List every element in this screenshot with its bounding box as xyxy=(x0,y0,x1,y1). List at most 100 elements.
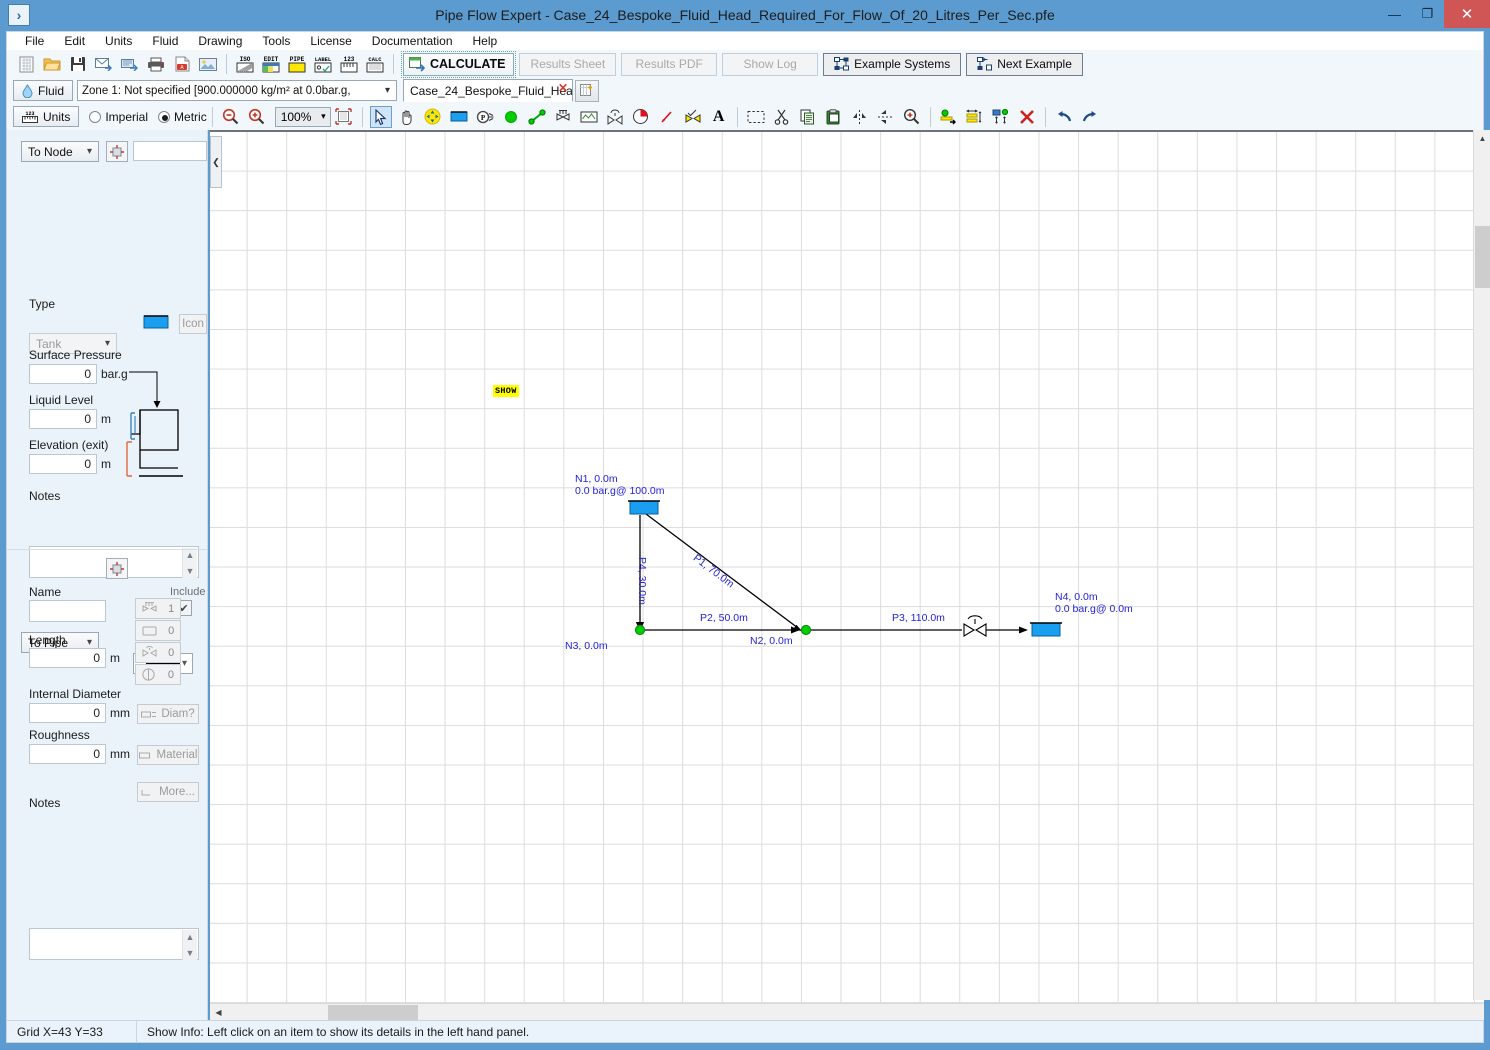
add-join-point-icon[interactable] xyxy=(500,106,522,128)
scroll-up-arrow-icon[interactable]: ▲ xyxy=(1474,130,1490,147)
mirror-vertical-icon[interactable] xyxy=(849,106,871,128)
horizontal-scroll-thumb[interactable] xyxy=(328,1005,418,1020)
pan-hand-icon[interactable] xyxy=(396,106,418,128)
roughness-input[interactable]: 0 xyxy=(29,744,106,764)
zoom-level-select[interactable]: 100% ▾ xyxy=(274,106,331,127)
elevation-input[interactable]: 0 xyxy=(29,454,97,474)
edit-data-icon[interactable]: EDIT xyxy=(260,53,282,75)
fittings-count-button[interactable]: 1 xyxy=(135,598,181,619)
menu-license[interactable]: License xyxy=(300,32,361,50)
vertical-scroll-thumb[interactable] xyxy=(1475,226,1490,288)
surface-pressure-input[interactable]: 0 xyxy=(29,364,97,384)
node-notes-scrollbar[interactable]: ▲ ▼ xyxy=(182,548,197,578)
menu-units[interactable]: Units xyxy=(95,32,142,50)
units-button[interactable]: 123 Units xyxy=(13,106,80,127)
menu-fluid[interactable]: Fluid xyxy=(142,32,188,50)
zoom-region-icon[interactable] xyxy=(901,106,923,128)
pipe-data-icon[interactable]: PIPE xyxy=(286,53,308,75)
mirror-horizontal-icon[interactable] xyxy=(875,106,897,128)
paste-icon[interactable] xyxy=(823,106,845,128)
metric-radio[interactable]: Metric xyxy=(158,110,207,124)
delete-icon[interactable] xyxy=(1016,106,1038,128)
new-file-icon[interactable] xyxy=(15,53,37,75)
copy-icon[interactable] xyxy=(797,106,819,128)
calc-data-icon[interactable]: CALC xyxy=(364,53,386,75)
length-input[interactable]: 0 xyxy=(29,648,106,668)
add-pressure-node-icon[interactable]: P xyxy=(474,106,496,128)
undo-icon[interactable] xyxy=(1053,106,1075,128)
node-selector[interactable]: To Node ▾ xyxy=(21,141,99,162)
email-icon[interactable] xyxy=(93,53,115,75)
more-button[interactable]: More... xyxy=(137,782,199,802)
show-log-button[interactable]: Show Log xyxy=(722,52,819,76)
fit-to-window-icon[interactable] xyxy=(333,106,355,128)
iso-view-icon[interactable]: ISO xyxy=(234,53,256,75)
node-name-input[interactable] xyxy=(133,141,207,161)
material-button[interactable]: Material xyxy=(137,745,199,765)
add-tank-icon[interactable] xyxy=(448,106,470,128)
components-count-button[interactable]: 0 xyxy=(135,620,181,641)
example-systems-button[interactable]: Example Systems xyxy=(823,52,962,76)
menu-edit[interactable]: Edit xyxy=(54,32,95,50)
internal-diameter-input[interactable]: 0 xyxy=(29,703,106,723)
canvas-horizontal-scrollbar[interactable]: ◀ xyxy=(210,1003,1484,1020)
pipe-notes-scrollbar[interactable]: ▲ ▼ xyxy=(182,930,197,960)
open-file-icon[interactable] xyxy=(41,53,63,75)
fluid-button[interactable]: Fluid xyxy=(13,80,74,101)
image-export-icon[interactable] xyxy=(197,53,219,75)
add-control-valve-icon[interactable] xyxy=(604,106,626,128)
valves-count-button[interactable]: 0 xyxy=(135,642,181,663)
next-example-button[interactable]: Next Example xyxy=(966,52,1083,76)
maximize-icon[interactable]: ❐ xyxy=(1411,0,1444,28)
zoom-in-icon[interactable] xyxy=(246,106,268,128)
numeric-data-icon[interactable]: 123 xyxy=(338,53,360,75)
close-icon[interactable]: ✕ xyxy=(1444,0,1490,28)
add-fitting-icon[interactable] xyxy=(552,106,574,128)
results-pdf-button[interactable]: Results PDF xyxy=(621,52,718,76)
draw-flow-arrow-icon[interactable] xyxy=(656,106,678,128)
move-node-icon[interactable] xyxy=(422,106,444,128)
results-sheet-button[interactable]: Results Sheet xyxy=(519,52,617,76)
document-tab[interactable]: Case_24_Bespoke_Fluid_Head ✕ xyxy=(403,79,574,102)
imperial-radio[interactable]: Imperial xyxy=(89,110,148,124)
check-valve-icon[interactable] xyxy=(682,106,704,128)
export-icon[interactable] xyxy=(119,53,141,75)
align-node-right-icon[interactable] xyxy=(938,106,960,128)
menu-file[interactable]: File xyxy=(15,32,54,50)
new-document-button[interactable] xyxy=(575,79,600,102)
add-component-icon[interactable] xyxy=(578,106,600,128)
zoom-out-icon[interactable] xyxy=(220,106,242,128)
text-tool-icon[interactable]: A xyxy=(708,106,730,128)
icon-button[interactable]: Icon xyxy=(179,314,207,334)
print-icon[interactable] xyxy=(145,53,167,75)
save-icon[interactable] xyxy=(67,53,89,75)
pipe-pick-button[interactable] xyxy=(106,558,128,579)
label-data-icon[interactable]: LABEL xyxy=(312,53,334,75)
menu-documentation[interactable]: Documentation xyxy=(362,32,463,50)
add-pipe-icon[interactable] xyxy=(526,106,548,128)
pipe-name-input[interactable] xyxy=(29,600,106,622)
select-pointer-icon[interactable] xyxy=(369,105,392,128)
pumps-count-button[interactable]: 0 xyxy=(135,664,181,685)
close-tab-icon[interactable]: ✕ xyxy=(558,81,568,95)
fluid-zone-select[interactable]: Zone 1: Not specified [900.000000 kg/m² … xyxy=(77,80,398,101)
add-pump-icon[interactable] xyxy=(630,106,652,128)
calculate-button[interactable]: CALCULATE xyxy=(400,50,517,78)
drawing-canvas[interactable]: ❮ SHOW N1, 0.0m 0.0 bar.g@ 100.0m N3, 0.… xyxy=(210,130,1484,1020)
node-pick-button[interactable] xyxy=(106,141,128,162)
menu-drawing[interactable]: Drawing xyxy=(188,32,252,50)
redo-icon[interactable] xyxy=(1079,106,1101,128)
pdf-export-icon[interactable]: A xyxy=(171,53,193,75)
liquid-level-input[interactable]: 0 xyxy=(29,409,97,429)
pipe-notes-input[interactable]: ▲ ▼ xyxy=(29,928,199,960)
cut-icon[interactable] xyxy=(771,106,793,128)
scroll-left-arrow-icon[interactable]: ◀ xyxy=(210,1004,227,1021)
distribute-horizontal-icon[interactable] xyxy=(964,106,986,128)
canvas-vertical-scrollbar[interactable]: ▲ xyxy=(1473,130,1490,1000)
select-region-icon[interactable] xyxy=(745,106,767,128)
distribute-vertical-icon[interactable] xyxy=(990,106,1012,128)
menu-help[interactable]: Help xyxy=(463,32,508,50)
minimize-icon[interactable]: — xyxy=(1378,0,1411,28)
diam-button[interactable]: Diam? xyxy=(137,704,199,724)
menu-tools[interactable]: Tools xyxy=(252,32,300,50)
